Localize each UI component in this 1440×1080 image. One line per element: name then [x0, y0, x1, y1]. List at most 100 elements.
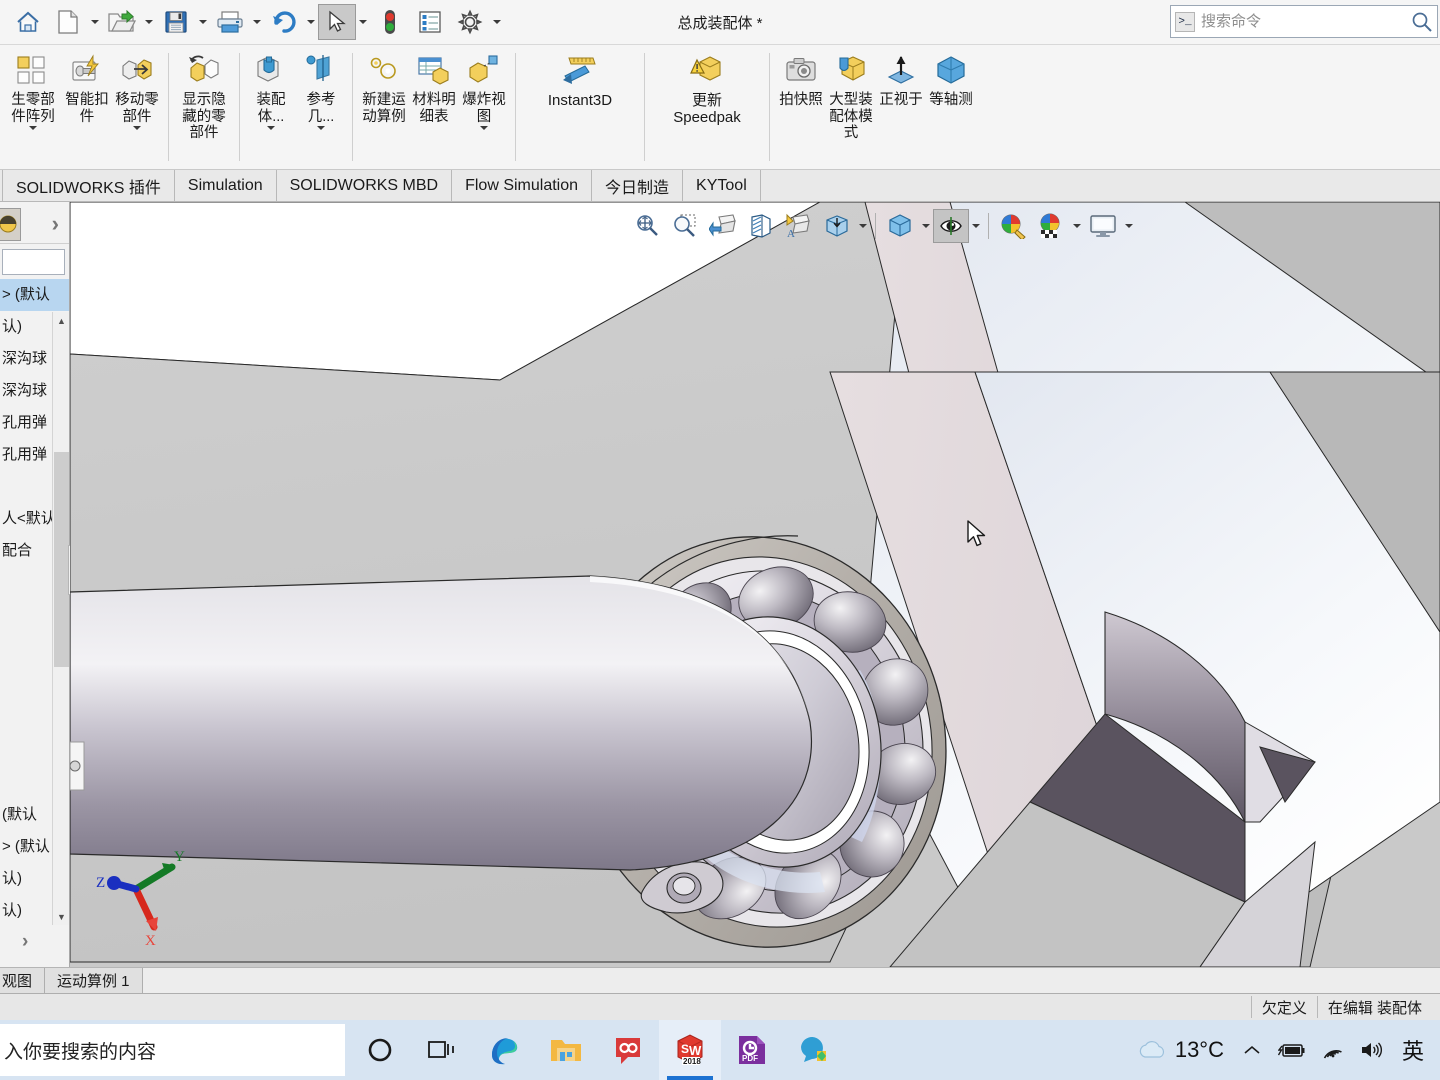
microsoft-edge-icon[interactable] [473, 1020, 535, 1080]
command-search-box[interactable]: >_ [1170, 5, 1438, 38]
cortana-circle-icon[interactable] [349, 1020, 411, 1080]
weather-temperature[interactable]: 13°C [1175, 1037, 1234, 1063]
model-study-tabs: 观图 运动算例 1 [0, 968, 1440, 994]
print-icon[interactable] [210, 2, 250, 42]
save-dropdown[interactable] [196, 2, 210, 42]
chevron-down-icon[interactable] [29, 126, 37, 131]
speaker-icon[interactable] [1352, 1040, 1392, 1060]
svg-text:S: S [681, 1042, 689, 1056]
cloud-icon[interactable] [1129, 1039, 1175, 1061]
apply-scene-icon[interactable] [1032, 206, 1070, 246]
scroll-down-arrow-icon[interactable]: ▼ [53, 908, 69, 925]
scroll-up-arrow-icon[interactable]: ▲ [53, 312, 69, 329]
ribbon-group-study: 新建运动算例 材料明细表 爆炸视图 [355, 45, 513, 169]
view-orientation-cube-icon[interactable] [881, 206, 919, 246]
zoom-to-area-icon[interactable] [666, 206, 704, 246]
feature-tree-tab-icon[interactable] [0, 207, 21, 241]
qq-chat-icon[interactable] [783, 1020, 845, 1080]
smart-fastener-icon [71, 50, 103, 90]
ribbon-item-take-snapshot[interactable]: 拍快照 [776, 45, 826, 169]
undo-dropdown[interactable] [304, 2, 318, 42]
view-settings-icon[interactable] [1084, 206, 1122, 246]
mouse-cursor-icon [967, 520, 986, 547]
taskbar-active-underline [667, 1076, 713, 1080]
zoom-to-fit-icon[interactable] [628, 206, 666, 246]
home-icon[interactable] [8, 2, 48, 42]
magnifier-icon[interactable] [1411, 11, 1433, 33]
ribbon-item-large-assembly-mode[interactable]: 大型装配体模式 [826, 45, 876, 169]
search-input[interactable] [1201, 13, 1405, 30]
previous-view-icon[interactable] [704, 206, 742, 246]
tab-simulation[interactable]: Simulation [174, 170, 277, 201]
tab-model-view[interactable]: 观图 [0, 968, 46, 994]
feature-manager-panel: › > (默认 认) 深沟球 深沟球 孔用弹 孔用弹 人<默认 配合 (默认 >… [0, 202, 70, 967]
chevron-up-icon[interactable] [1234, 1043, 1270, 1057]
open-folder-icon[interactable] [102, 2, 142, 42]
print-dropdown[interactable] [250, 2, 264, 42]
ribbon-item-smart-fastener[interactable]: 智能扣件 [62, 45, 112, 169]
gear-settings-icon[interactable] [450, 2, 490, 42]
windows-taskbar: 入你要搜索的内容 S W 2018 PDF 13°C 英 [0, 1020, 1440, 1080]
chevron-down-icon[interactable] [919, 206, 933, 246]
ribbon-item-new-motion-study[interactable]: 新建运动算例 [359, 45, 409, 169]
open-dropdown[interactable] [142, 2, 156, 42]
file-explorer-icon[interactable] [535, 1020, 597, 1080]
tab-today-manufacturing[interactable]: 今日制造 [592, 170, 684, 201]
chevron-down-icon[interactable] [1070, 206, 1084, 246]
scrollbar-thumb[interactable] [54, 452, 69, 667]
taskbar-search-box[interactable]: 入你要搜索的内容 [0, 1024, 345, 1076]
rebuild-traffic-light-icon[interactable] [370, 2, 410, 42]
chevron-down-icon[interactable] [856, 206, 870, 246]
ribbon-item-isometric[interactable]: 等轴测 [926, 45, 976, 169]
chevron-down-icon[interactable] [267, 126, 275, 131]
display-style-icon[interactable] [818, 206, 856, 246]
settings-dropdown[interactable] [490, 2, 504, 42]
ribbon-item-show-hidden-components[interactable]: 显示隐藏的零部件 [175, 45, 233, 169]
tab-kytool[interactable]: KYTool [683, 170, 761, 201]
tab-motion-study-1[interactable]: 运动算例 1 [45, 968, 143, 994]
chevron-down-icon[interactable] [1122, 206, 1136, 246]
chevron-down-icon[interactable] [317, 126, 325, 131]
edit-appearance-icon[interactable] [994, 206, 1032, 246]
graphics-viewport[interactable]: A Y X Z [70, 202, 1440, 967]
solidworks-2018-icon[interactable]: S W 2018 [659, 1020, 721, 1080]
ribbon-item-reference-geometry[interactable]: 参考几... [296, 45, 346, 169]
options-list-icon[interactable] [410, 2, 450, 42]
new-document-icon[interactable] [48, 2, 88, 42]
tree-item[interactable]: > (默认 [0, 279, 69, 311]
save-icon[interactable] [156, 2, 196, 42]
wifi-icon[interactable] [1314, 1041, 1352, 1059]
ribbon-item-label: 新建运动算例 [362, 92, 406, 125]
foxit-pdf-icon[interactable]: PDF [721, 1020, 783, 1080]
ribbon-item-instant3d[interactable]: Instant3D [534, 45, 626, 169]
hide-show-items-icon[interactable] [933, 209, 969, 243]
ribbon-item-bill-of-materials[interactable]: 材料明细表 [409, 45, 459, 169]
feature-tree-filter-input[interactable] [2, 249, 65, 275]
ime-language-indicator[interactable]: 英 [1392, 1034, 1434, 1066]
feature-tree-scrollbar[interactable]: ▲ ▼ [52, 312, 69, 925]
chevron-down-icon[interactable] [969, 206, 983, 246]
new-document-dropdown[interactable] [88, 2, 102, 42]
section-view-icon[interactable] [742, 206, 780, 246]
task-view-icon[interactable] [411, 1020, 473, 1080]
tab-solidworks-addins[interactable]: SOLIDWORKS 插件 [2, 170, 175, 201]
view-orientation-icon[interactable]: A [780, 206, 818, 246]
ribbon-item-normal-to[interactable]: 正视于 [876, 45, 926, 169]
collapse-tree-chevron-icon[interactable]: › [22, 931, 28, 953]
quick-access-toolbar [0, 0, 504, 45]
ribbon-item-assembly-features[interactable]: 装配体... [246, 45, 296, 169]
ribbon-item-component-pattern[interactable]: 生零部件阵列 [4, 45, 62, 169]
expand-panel-chevron-icon[interactable]: › [52, 211, 65, 237]
ribbon-item-move-component[interactable]: 移动零部件 [112, 45, 162, 169]
battery-charging-icon[interactable] [1270, 1041, 1314, 1059]
tab-solidworks-mbd[interactable]: SOLIDWORKS MBD [276, 170, 453, 201]
chevron-down-icon[interactable] [480, 126, 488, 131]
select-arrow-icon[interactable] [318, 4, 356, 40]
wps-cloud-icon[interactable] [597, 1020, 659, 1080]
select-dropdown[interactable] [356, 2, 370, 42]
tab-flow-simulation[interactable]: Flow Simulation [452, 170, 593, 201]
ribbon-item-update-speedpak[interactable]: 更新 Speedpak [659, 45, 755, 169]
chevron-down-icon[interactable] [133, 126, 141, 131]
undo-icon[interactable] [264, 2, 304, 42]
ribbon-item-exploded-view[interactable]: 爆炸视图 [459, 45, 509, 169]
